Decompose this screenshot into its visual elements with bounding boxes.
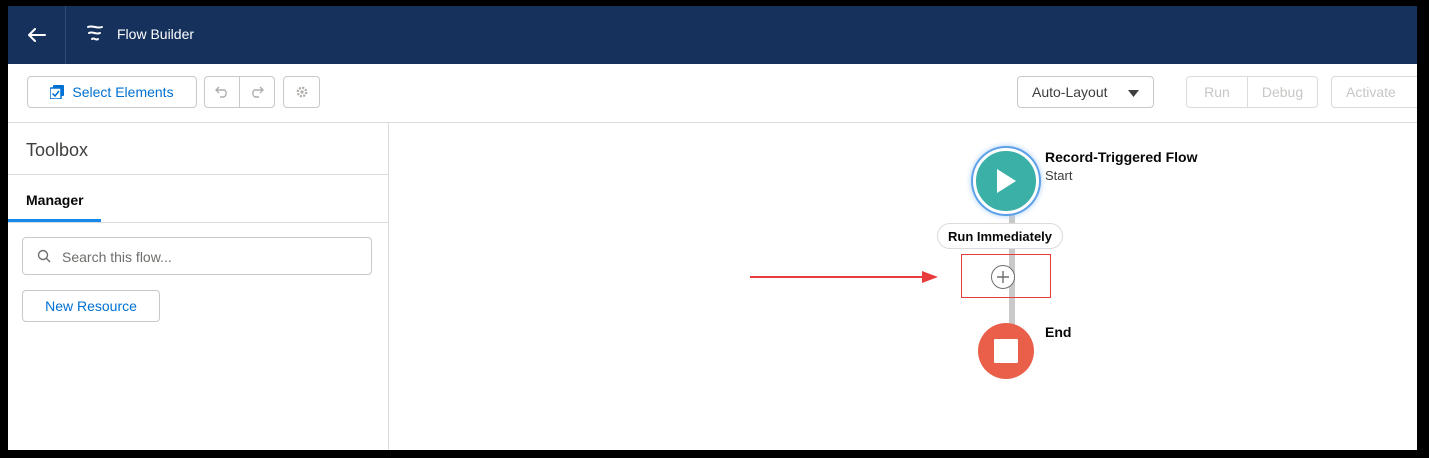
- search-icon: [37, 249, 51, 263]
- redo-icon: [252, 86, 264, 98]
- annotation-arrow-icon: [750, 271, 938, 283]
- chevron-down-icon: [1128, 90, 1139, 97]
- stop-icon: [994, 339, 1018, 363]
- auto-layout-label: Auto-Layout: [1032, 84, 1108, 100]
- end-node-label: End: [1045, 324, 1072, 340]
- tab-manager[interactable]: Manager: [8, 175, 101, 222]
- search-input[interactable]: [60, 244, 364, 270]
- new-resource-button[interactable]: New Resource: [22, 290, 160, 322]
- run-immediately-label: Run Immediately: [948, 228, 1053, 244]
- start-node[interactable]: [973, 148, 1039, 214]
- settings-button[interactable]: [283, 76, 320, 108]
- add-element-button[interactable]: [991, 265, 1015, 289]
- run-immediately-pill: Run Immediately: [937, 223, 1064, 249]
- auto-layout-select[interactable]: Auto-Layout: [1017, 76, 1154, 108]
- search-box: [22, 237, 372, 275]
- end-node[interactable]: [978, 323, 1034, 379]
- app-header: Flow Builder: [8, 6, 1417, 64]
- activate-label: Activate: [1346, 84, 1396, 100]
- toolbox-title: Toolbox: [26, 140, 89, 160]
- activate-button[interactable]: Activate: [1331, 76, 1417, 108]
- run-button[interactable]: Run: [1186, 76, 1248, 108]
- select-elements-button[interactable]: Select Elements: [27, 76, 197, 108]
- select-elements-label: Select Elements: [72, 84, 174, 100]
- new-resource-label: New Resource: [45, 298, 137, 314]
- app-frame: Flow Builder Select Elements Auto-Layout…: [8, 6, 1417, 450]
- divider: [8, 222, 388, 223]
- toolbar: Select Elements Auto-Layout Run Debug Ac…: [8, 64, 1417, 123]
- undo-icon: [215, 86, 227, 98]
- start-node-subtitle: Start: [1045, 168, 1073, 183]
- flow-canvas[interactable]: Record-Triggered Flow Start Run Immediat…: [389, 123, 1417, 450]
- back-button[interactable]: [8, 6, 66, 64]
- flow-icon: [87, 25, 103, 41]
- play-icon: [997, 169, 1016, 193]
- debug-label: Debug: [1261, 84, 1304, 100]
- start-node-title: Record-Triggered Flow: [1045, 149, 1198, 165]
- gear-icon: [296, 86, 307, 98]
- toolbox-panel: Toolbox Manager New Resource: [8, 123, 389, 450]
- redo-button[interactable]: [239, 76, 275, 108]
- undo-button[interactable]: [204, 76, 240, 108]
- plus-icon: [997, 271, 1009, 283]
- arrow-left-icon: [27, 28, 46, 42]
- tab-manager-label: Manager: [26, 192, 84, 208]
- app-title: Flow Builder: [117, 26, 195, 42]
- select-elements-icon: [50, 85, 65, 99]
- run-label: Run: [1204, 84, 1230, 100]
- debug-button[interactable]: Debug: [1247, 76, 1318, 108]
